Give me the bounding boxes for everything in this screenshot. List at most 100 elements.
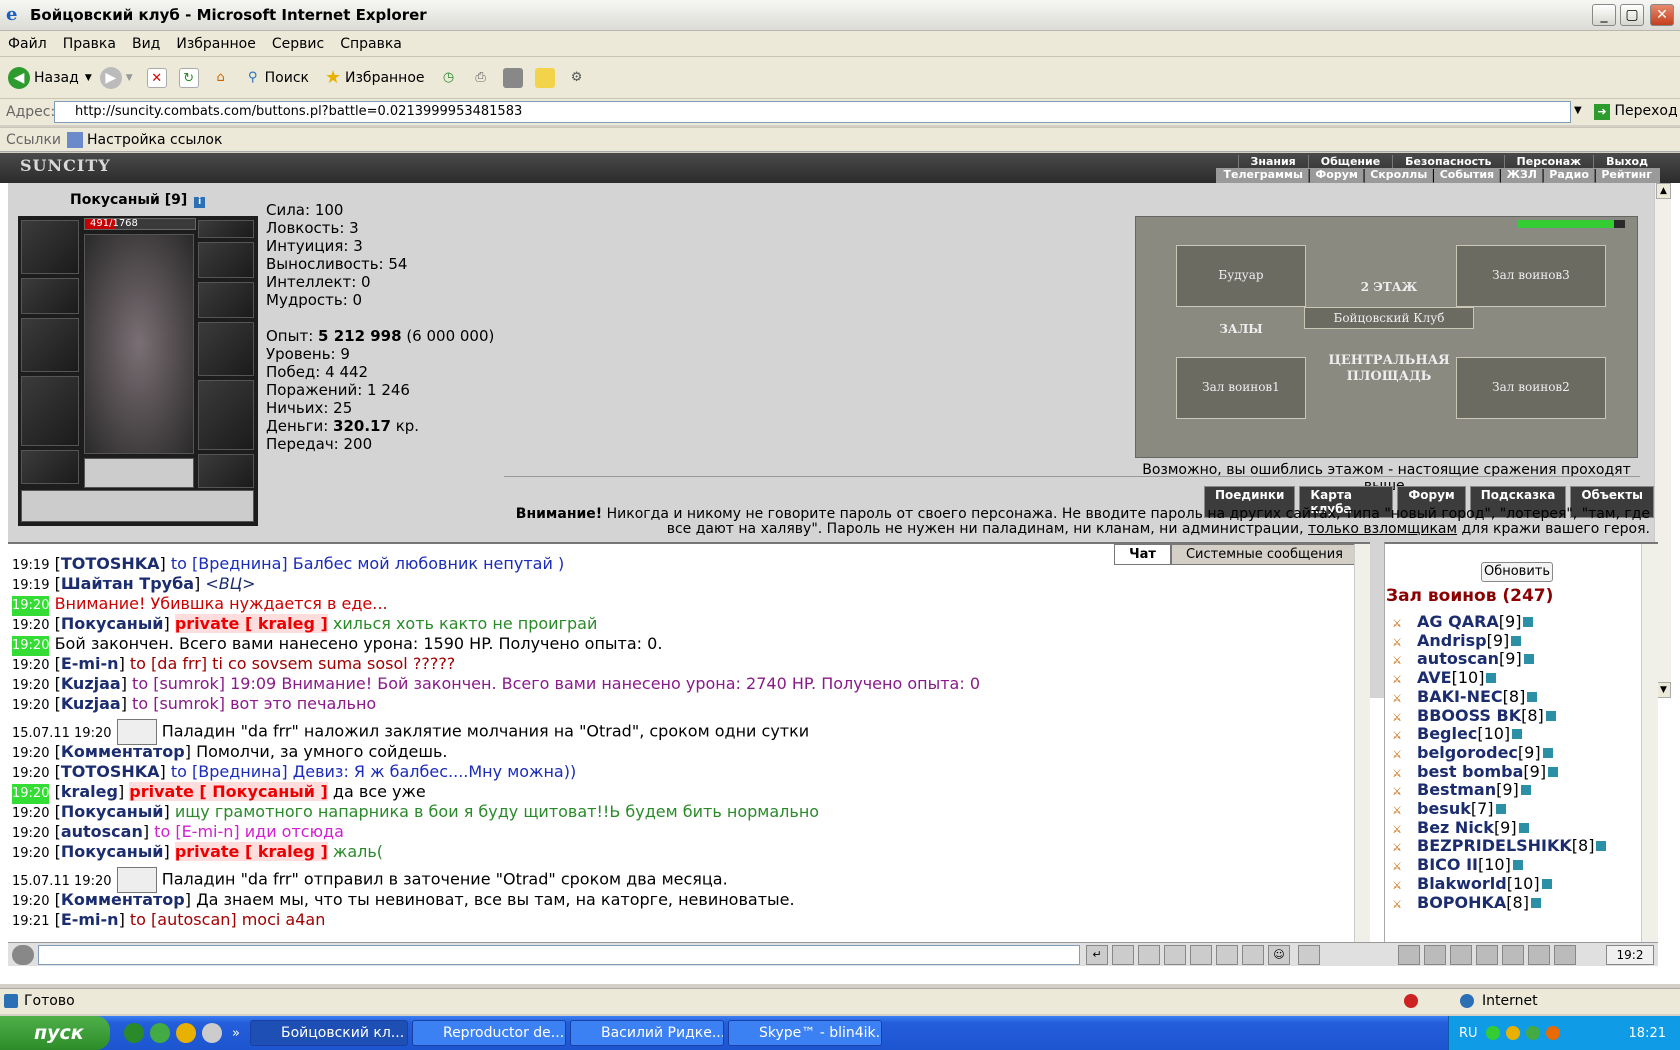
message-author[interactable]: Покусаный (61, 614, 164, 633)
user-list-item[interactable]: ⚔ AVE[10] (1387, 668, 1497, 687)
room-boudoir[interactable]: Будуар (1176, 245, 1306, 307)
user-info-icon[interactable] (1511, 635, 1522, 646)
amulet-slot[interactable] (198, 220, 254, 238)
user-name[interactable]: Blakworld (1417, 874, 1507, 893)
task-fight-club[interactable]: Бойцовский кл... (249, 1020, 408, 1046)
go-button[interactable]: ➜ Переход (1594, 103, 1678, 120)
tool-icon-7[interactable] (1554, 945, 1576, 965)
user-name[interactable]: BEZPRIDELSHIKK (1417, 836, 1572, 855)
shield-slot[interactable] (198, 322, 254, 376)
user-info-icon[interactable] (1527, 691, 1538, 702)
message-recipient[interactable]: to [autoscan] (130, 910, 237, 929)
user-name[interactable]: AG QARA (1417, 612, 1499, 631)
message-recipient[interactable]: private [ kraleg ] (174, 842, 328, 861)
user-list-item[interactable]: ⚔ Bestman[9] (1387, 780, 1531, 799)
quicklaunch-icon-2[interactable] (150, 1023, 170, 1043)
nav-scrolls[interactable]: Скроллы (1366, 168, 1431, 183)
user-info-icon[interactable] (1542, 747, 1553, 758)
user-info-icon[interactable] (1541, 878, 1552, 889)
user-list-item[interactable]: ⚔ BBOOSS BK[8] (1387, 706, 1556, 725)
menu-edit[interactable]: Правка (55, 36, 124, 52)
user-name[interactable]: Andrisp (1417, 631, 1487, 650)
nav-character[interactable]: Персонаж (1503, 155, 1594, 168)
nav-knowledge[interactable]: Знания (1237, 155, 1308, 168)
room-hall1[interactable]: Зал воинов1 (1176, 357, 1306, 419)
maximize-button[interactable]: ▢ (1620, 4, 1644, 26)
menu-tools[interactable]: Сервис (264, 36, 332, 52)
smile-icon[interactable] (12, 945, 34, 965)
user-name[interactable]: Bestman (1417, 780, 1496, 799)
message-recipient[interactable]: to [sumrok] (132, 694, 225, 713)
history-icon[interactable]: ◷ (439, 68, 459, 88)
user-name[interactable]: best bomba (1417, 762, 1523, 781)
tool-icon-2[interactable] (1424, 945, 1446, 965)
user-name[interactable]: Bez Nick (1417, 818, 1494, 837)
menu-view[interactable]: Вид (124, 36, 168, 52)
message-recipient[interactable]: to [da frr] (130, 654, 207, 673)
user-name[interactable]: Beglec (1417, 724, 1477, 743)
stop-icon[interactable]: ✕ (146, 67, 167, 88)
font-icon[interactable] (1216, 945, 1238, 965)
user-info-icon[interactable] (1523, 654, 1534, 665)
quicklaunch-icon-3[interactable] (176, 1023, 196, 1043)
quicklaunch-more-icon[interactable]: » (232, 1026, 240, 1041)
quicklaunch-icon-1[interactable] (124, 1023, 144, 1043)
chat-input[interactable] (38, 945, 1080, 965)
room-fight-club[interactable]: Бойцовский Клуб (1304, 307, 1474, 329)
user-list-item[interactable]: ⚔ BOPOHKA[8] (1387, 893, 1541, 912)
research-icon[interactable]: ⚙ (567, 68, 587, 88)
message-author[interactable]: Kuzjaa (61, 674, 121, 693)
address-dropdown-icon[interactable]: ▼ (1574, 105, 1582, 116)
close-button[interactable]: ✕ (1650, 4, 1674, 26)
ignore-icon[interactable] (1242, 945, 1264, 965)
print-icon[interactable]: ⎙ (471, 68, 491, 88)
menu-help[interactable]: Справка (332, 36, 410, 52)
chat-scrollbar[interactable] (1354, 544, 1370, 942)
user-list-item[interactable]: ⚔ BEZPRIDELSHIKK[8] (1387, 836, 1607, 855)
message-author[interactable]: Покусаный (61, 842, 164, 861)
back-button[interactable]: ◀ Назад ▼ (8, 66, 92, 89)
room-hall3[interactable]: Зал воинов3 (1456, 245, 1606, 307)
user-name[interactable]: AVE (1417, 668, 1452, 687)
room-halls[interactable]: ЗАЛЫ (1176, 321, 1306, 339)
links-customize[interactable]: Настройка ссылок (87, 132, 222, 148)
notes-icon[interactable] (534, 67, 555, 88)
message-recipient[interactable]: to [Вреднина] (171, 554, 288, 573)
user-list-item[interactable]: ⚔ Andrisp[9] (1387, 631, 1522, 650)
message-recipient[interactable]: to [E-mi-n] (154, 822, 239, 841)
scroll-down-icon[interactable]: ▼ (1656, 682, 1671, 698)
user-info-icon[interactable] (1518, 822, 1529, 833)
user-list-item[interactable]: ⚔ Blakworld[10] (1387, 874, 1552, 893)
tray-icon-4[interactable] (1545, 1026, 1560, 1040)
translate-icon[interactable] (1190, 945, 1212, 965)
user-info-icon[interactable] (1520, 785, 1531, 796)
bracers-slot[interactable] (21, 278, 79, 314)
message-recipient[interactable]: private [ Покусаный ] (129, 782, 328, 801)
tab-system-messages[interactable]: Системные сообщения (1170, 544, 1358, 565)
tool-icon-6[interactable] (1528, 945, 1550, 965)
forward-dropdown-icon[interactable]: ▼ (126, 73, 133, 83)
nav-events[interactable]: События (1436, 168, 1498, 183)
nav-telegrams[interactable]: Телеграммы (1220, 168, 1307, 183)
gloves-slot[interactable] (198, 282, 254, 318)
menu-file[interactable]: Файл (0, 36, 55, 52)
minimize-button[interactable]: _ (1592, 4, 1616, 26)
save-icon[interactable] (1164, 945, 1186, 965)
nav-exit[interactable]: Выход (1593, 155, 1660, 168)
userlist-scrollbar[interactable] (1641, 544, 1658, 942)
message-author[interactable]: E-mi-n (61, 654, 119, 673)
refresh-button[interactable]: Обновить (1481, 562, 1553, 582)
user-info-icon[interactable] (1495, 804, 1506, 814)
user-name[interactable]: BICO II (1417, 855, 1478, 874)
quicklaunch-icon-4[interactable] (202, 1023, 222, 1043)
message-author[interactable]: kraleg (61, 782, 118, 801)
nav-forum[interactable]: Форум (1311, 168, 1362, 183)
legs-slot[interactable] (198, 380, 254, 450)
user-name[interactable]: autoscan (1417, 649, 1499, 668)
rings-slot[interactable] (198, 242, 254, 278)
tool-icon-1[interactable] (1398, 945, 1420, 965)
menu-favorites[interactable]: Избранное (168, 36, 264, 52)
user-info-icon[interactable] (1512, 860, 1523, 871)
message-author[interactable]: TOTOSHKA (61, 762, 160, 781)
task-vasily[interactable]: Василий Ридке... (569, 1020, 724, 1046)
